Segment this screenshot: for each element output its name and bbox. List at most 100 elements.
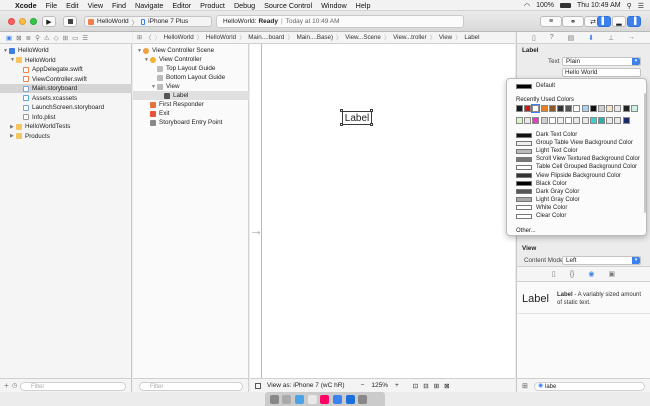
navigator-row[interactable]: Info.plist <box>0 113 132 122</box>
recent-color-swatch[interactable] <box>540 105 548 112</box>
text-content-field[interactable]: Hello World <box>562 68 641 77</box>
recent-color-swatch[interactable] <box>573 105 581 112</box>
recent-color-swatch[interactable] <box>606 105 614 112</box>
toggle-navigator-button[interactable]: ▌ <box>597 16 611 27</box>
attributes-inspector-icon[interactable]: ⬇ <box>588 34 594 42</box>
recent-color-swatch[interactable] <box>606 117 614 124</box>
other-color-item[interactable]: Other... <box>516 227 536 235</box>
debug-nav-icon[interactable]: ⊞ <box>63 34 68 42</box>
system-color-item[interactable]: Light Text Color <box>516 147 578 155</box>
recent-color-swatch[interactable] <box>614 105 622 112</box>
jump-crumb-scene[interactable]: View...Scene <box>345 34 381 41</box>
find-nav-icon[interactable]: ⚲ <box>35 34 40 42</box>
update-frames-icon[interactable]: ⊡ <box>413 382 418 390</box>
report-nav-icon[interactable]: ☰ <box>82 34 88 42</box>
scheme-selector[interactable]: HelloWorld 〉 iPhone 7 Plus <box>84 16 212 27</box>
recent-color-swatch[interactable] <box>565 117 573 124</box>
system-color-item[interactable]: View Flipside Background Color <box>516 172 621 180</box>
add-icon[interactable]: + <box>4 381 9 390</box>
related-items-icon[interactable]: ⊞ <box>137 34 142 41</box>
finder-dock-icon[interactable] <box>269 394 279 404</box>
menu-window[interactable]: Window <box>321 1 347 10</box>
symbol-nav-icon[interactable]: ≣ <box>26 34 31 42</box>
jump-crumb-group[interactable]: HelloWorld <box>206 34 236 41</box>
default-color-item[interactable]: Default <box>516 82 555 90</box>
launchpad-dock-icon[interactable] <box>282 394 292 404</box>
resize-handle[interactable] <box>370 123 373 126</box>
library-item-label[interactable]: Label Label - A variably sized amount of… <box>517 286 650 314</box>
navigator-row[interactable]: ▶ Products <box>0 132 132 141</box>
system-color-item[interactable]: White Color <box>516 204 567 212</box>
recent-color-swatch[interactable] <box>524 105 532 112</box>
library-search-input[interactable]: labe <box>534 382 645 391</box>
run-button[interactable]: ▶ <box>42 16 56 27</box>
file-inspector-icon[interactable]: ▯ <box>532 34 536 42</box>
menu-find[interactable]: Find <box>112 1 126 10</box>
text-type-popup[interactable]: Plain ▾ <box>562 57 641 66</box>
close-window-button[interactable] <box>8 18 15 25</box>
menu-app-name[interactable]: Xcode <box>15 1 37 10</box>
popover-scrollbar[interactable] <box>644 93 646 213</box>
outline-row[interactable]: ▼ View Controller <box>133 55 249 64</box>
navigator-row[interactable]: ▼ HelloWorld <box>0 46 132 55</box>
source-control-nav-icon[interactable]: ⊠ <box>16 34 21 42</box>
menu-debug[interactable]: Debug <box>234 1 255 10</box>
recent-color-swatch[interactable] <box>557 105 564 112</box>
recent-color-swatch[interactable] <box>614 117 622 124</box>
content-mode-popup[interactable]: Left ▾ <box>562 256 641 265</box>
assistant-editor-button[interactable]: ⚭ <box>562 16 584 27</box>
resize-handle[interactable] <box>340 123 343 126</box>
wifi-icon[interactable]: ◠ <box>524 2 530 10</box>
navigator-row[interactable]: LaunchScreen.storyboard <box>0 103 132 112</box>
align-icon[interactable]: ⊟ <box>423 382 428 390</box>
outline-row[interactable]: Exit <box>133 109 249 118</box>
recent-color-swatch[interactable] <box>598 105 605 112</box>
recent-color-swatch[interactable] <box>532 117 540 124</box>
navigator-row[interactable]: ViewController.swift <box>0 75 132 84</box>
menu-product[interactable]: Product <box>200 1 225 10</box>
recent-color-swatch[interactable] <box>548 117 556 124</box>
notification-center-icon[interactable]: ☰ <box>638 2 644 10</box>
jump-crumb-controller[interactable]: View...troller <box>393 34 427 41</box>
outline-row[interactable]: Top Layout Guide <box>133 64 249 73</box>
clock[interactable]: Thu 10:49 AM <box>577 2 621 9</box>
issue-nav-icon[interactable]: ⚠ <box>44 34 50 42</box>
battery-icon[interactable] <box>559 3 571 8</box>
quick-help-icon[interactable]: ? <box>550 34 554 41</box>
navigator-row[interactable]: ▶ HelloWorldTests <box>0 122 132 131</box>
back-icon[interactable]: 〈 <box>145 33 151 42</box>
standard-editor-button[interactable]: ≡ <box>540 16 562 27</box>
test-nav-icon[interactable]: ◇ <box>54 34 59 42</box>
recent-color-swatch[interactable] <box>589 117 597 124</box>
identity-inspector-icon[interactable]: ▤ <box>568 34 575 42</box>
menu-editor[interactable]: Editor <box>172 1 191 10</box>
menu-help[interactable]: Help <box>356 1 371 10</box>
resize-handle[interactable] <box>370 109 373 112</box>
zoom-window-button[interactable] <box>30 18 37 25</box>
recent-color-swatch[interactable] <box>622 105 630 112</box>
recent-color-swatch[interactable] <box>581 105 589 112</box>
grid-view-icon[interactable]: ⊞ <box>522 382 528 390</box>
outline-row[interactable]: Storyboard Entry Point <box>133 118 249 127</box>
outline-row[interactable]: ▼ View <box>133 82 249 91</box>
mail-dock-icon[interactable] <box>307 394 317 404</box>
forward-icon[interactable]: 〉 <box>154 33 160 42</box>
photos-dock-icon[interactable] <box>320 394 330 404</box>
code-snippet-icon[interactable]: {} <box>570 271 575 278</box>
view-as-button[interactable]: View as: iPhone 7 (wC hR) <box>267 382 345 389</box>
appstore-dock-icon[interactable] <box>333 394 343 404</box>
settings-dock-icon[interactable] <box>358 394 368 404</box>
folder-nav-icon[interactable]: ▣ <box>6 34 12 42</box>
recent-color-swatch[interactable] <box>565 105 573 112</box>
recent-color-swatch[interactable] <box>516 105 523 112</box>
menu-view[interactable]: View <box>88 1 103 10</box>
connections-inspector-icon[interactable]: → <box>628 34 635 41</box>
view-controller-scene[interactable] <box>261 44 515 378</box>
jump-crumb-project[interactable]: HelloWorld <box>164 34 194 41</box>
system-color-item[interactable]: Table Cell Grouped Background Color <box>516 163 637 171</box>
outline-filter-input[interactable]: Filter <box>139 382 243 391</box>
outline-toggle-icon[interactable] <box>255 382 261 389</box>
system-color-item[interactable]: Scroll View Textured Background Color <box>516 155 640 163</box>
system-color-item[interactable]: Group Table View Background Color <box>516 139 633 147</box>
recent-color-swatch[interactable] <box>531 104 541 113</box>
